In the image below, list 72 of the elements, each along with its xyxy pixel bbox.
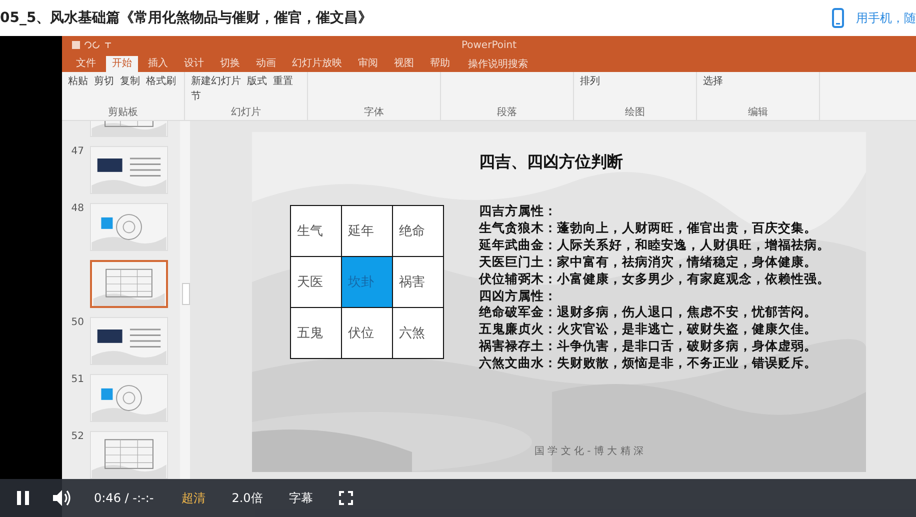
grid-cell: 延年 (342, 206, 392, 256)
slide-text-line: 延年武曲金：人际关系好，和睦安逸，人财俱旺，增福祛病。 (479, 236, 831, 254)
slide-number: 52 (70, 431, 84, 442)
grid-cell: 六煞 (393, 308, 443, 358)
mobile-link[interactable]: 用手机，随 (856, 10, 916, 26)
scrollbar-thumb[interactable] (182, 283, 190, 305)
ribbon-button[interactable]: 排列 (580, 74, 600, 88)
volume-icon[interactable] (52, 489, 72, 507)
ribbon-tab[interactable]: 插入 (142, 56, 174, 72)
ribbon-button[interactable]: 重置 (273, 74, 293, 88)
slide-number: 47 (70, 146, 84, 157)
tell-me-search[interactable]: 操作说明搜索 (468, 58, 528, 72)
ribbon-tab[interactable]: 开始 (106, 56, 138, 72)
grid-cell: 伏位 (342, 308, 392, 358)
slide-number: 48 (70, 203, 84, 214)
ribbon-tab[interactable]: 幻灯片放映 (286, 56, 348, 72)
grid-cell: 生气 (291, 206, 341, 256)
fullscreen-icon[interactable] (338, 491, 353, 505)
group-label: 剪贴板 (107, 106, 139, 119)
slide-footer: 国 学 文 化 - 博 大 精 深 (252, 444, 866, 472)
ribbon-tab[interactable]: 审阅 (352, 56, 384, 72)
subtitles-button[interactable]: 字幕 (288, 490, 313, 506)
grid-cell: 祸害 (393, 257, 443, 307)
slide-text-line: 伏位辅弼木：小富健康，女多男少，有家庭观念，依赖性强。 (479, 270, 831, 288)
ribbon-button[interactable]: 格式刷 (146, 74, 176, 88)
ribbon-tab[interactable]: 帮助 (424, 56, 456, 72)
slide-thumbnail[interactable] (91, 318, 167, 364)
slide-text-line: 绝命破军金：退财多病，伤人退口，焦虑不安，忧郁苦闷。 (479, 304, 818, 322)
ribbon-button[interactable]: 选择 (703, 74, 723, 88)
grid-cell: 绝命 (393, 206, 443, 256)
group-label: 段落 (496, 106, 518, 119)
group-label: 绘图 (624, 106, 646, 119)
ribbon-button[interactable]: 版式 (247, 74, 267, 88)
slide-text-line: 四吉方属性： (479, 203, 558, 220)
slide-number: 50 (70, 317, 84, 328)
ribbon-button[interactable]: 剪切 (94, 74, 114, 88)
time-display: 0:46 / -:-:- (94, 491, 154, 505)
ribbon-tab[interactable]: 文件 (70, 56, 102, 72)
slide-thumbnail[interactable] (91, 375, 167, 421)
ribbon-tab[interactable]: 切换 (214, 56, 246, 72)
ribbon-tab[interactable]: 设计 (178, 56, 210, 72)
slide-thumbnail[interactable] (91, 432, 167, 478)
window-title: PowerPoint (461, 40, 517, 51)
ribbon-tab[interactable]: 动画 (250, 56, 282, 72)
slide-thumbnail[interactable] (92, 262, 166, 306)
speed-button[interactable]: 2.0倍 (232, 490, 263, 506)
slide-text-line: 五鬼廉贞火：火灾官讼，是非逃亡，破财失盗，健康欠佳。 (479, 321, 818, 338)
slide-thumbnail[interactable] (91, 204, 167, 250)
pause-icon[interactable] (16, 490, 30, 506)
slide-number: 51 (70, 374, 84, 385)
group-label: 幻灯片 (230, 106, 262, 119)
phone-icon[interactable] (832, 8, 844, 28)
slide-text-line: 生气贪狼木：蓬勃向上，人财两旺，催官出贵，百庆交集。 (479, 220, 818, 237)
slide-text-line: 祸害禄存土：斗争仇害，是非口舌，破财多病，身体虚弱。 (479, 338, 818, 356)
group-label: 编辑 (747, 106, 769, 119)
slide-text-line: 六煞文曲水：失财败散，烦恼是非，不务正业，错误贬斥。 (479, 355, 818, 372)
grid-cell: 坎卦 (342, 257, 392, 307)
grid-cell: 五鬼 (291, 308, 341, 358)
quality-button[interactable]: 超清 (182, 490, 206, 506)
ribbon-button[interactable]: 复制 (120, 74, 140, 88)
ribbon-button[interactable]: 节 (191, 89, 201, 103)
group-label: 字体 (363, 106, 385, 119)
slide-heading: 四吉、四凶方位判断 (479, 152, 624, 173)
ribbon-button[interactable]: 粘贴 (68, 74, 88, 88)
slide-thumbnail[interactable] (91, 147, 167, 193)
slide-text-line: 天医巨门土：家中富有，祛病消灾，情绪稳定，身体健康。 (479, 254, 818, 271)
ribbon-tab[interactable]: 视图 (388, 56, 420, 72)
ribbon-button[interactable]: 新建幻灯片 (191, 74, 241, 88)
grid-cell: 天医 (291, 257, 341, 307)
video-title: 05_5、风水基础篇《常用化煞物品与催财，催官，催文昌》 (0, 9, 372, 27)
quick-access-icons[interactable] (72, 40, 112, 50)
slide-text-line: 四凶方属性： (479, 288, 558, 304)
